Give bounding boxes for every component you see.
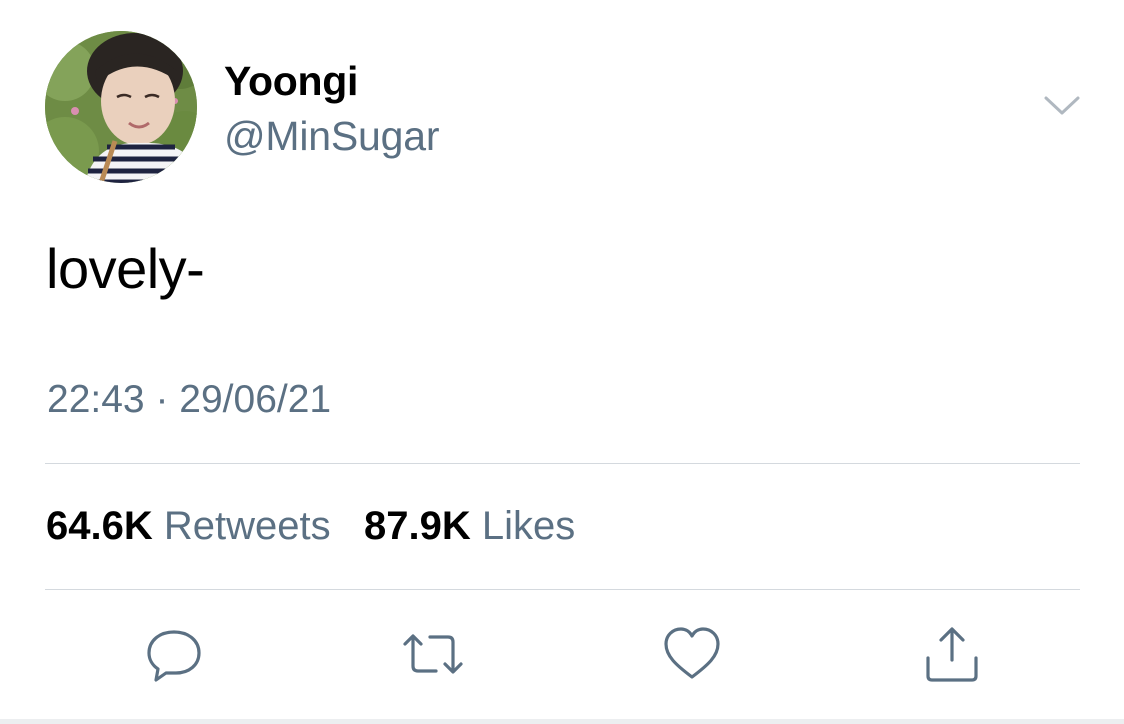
divider <box>45 589 1080 590</box>
retweet-icon[interactable] <box>403 624 463 684</box>
tweet-date: 29/06/21 <box>179 378 332 421</box>
divider <box>45 463 1080 464</box>
chevron-down-icon[interactable] <box>1043 94 1081 118</box>
timestamp-separator: · <box>155 378 169 421</box>
engagement-stats: 64.6K Retweets 87.9K Likes <box>46 504 575 549</box>
retweets-count: 64.6K <box>46 504 153 548</box>
tweet-timestamp[interactable]: 22:43 · 29/06/21 <box>47 378 331 422</box>
reply-icon[interactable] <box>144 624 204 684</box>
bottom-border <box>0 719 1124 724</box>
likes-label: Likes <box>481 504 576 548</box>
author-handle[interactable]: @MinSugar <box>224 113 439 160</box>
likes-stat[interactable]: 87.9K Likes <box>353 504 575 548</box>
tweet-time: 22:43 <box>47 378 145 421</box>
heart-icon[interactable] <box>662 624 722 684</box>
share-icon[interactable] <box>922 624 982 684</box>
retweets-stat[interactable]: 64.6K Retweets <box>46 504 342 548</box>
tweet-text: lovely- <box>46 237 205 300</box>
author-display-name[interactable]: Yoongi <box>224 58 358 105</box>
likes-count: 87.9K <box>364 504 471 548</box>
retweets-label: Retweets <box>163 504 331 548</box>
avatar[interactable] <box>45 31 197 183</box>
